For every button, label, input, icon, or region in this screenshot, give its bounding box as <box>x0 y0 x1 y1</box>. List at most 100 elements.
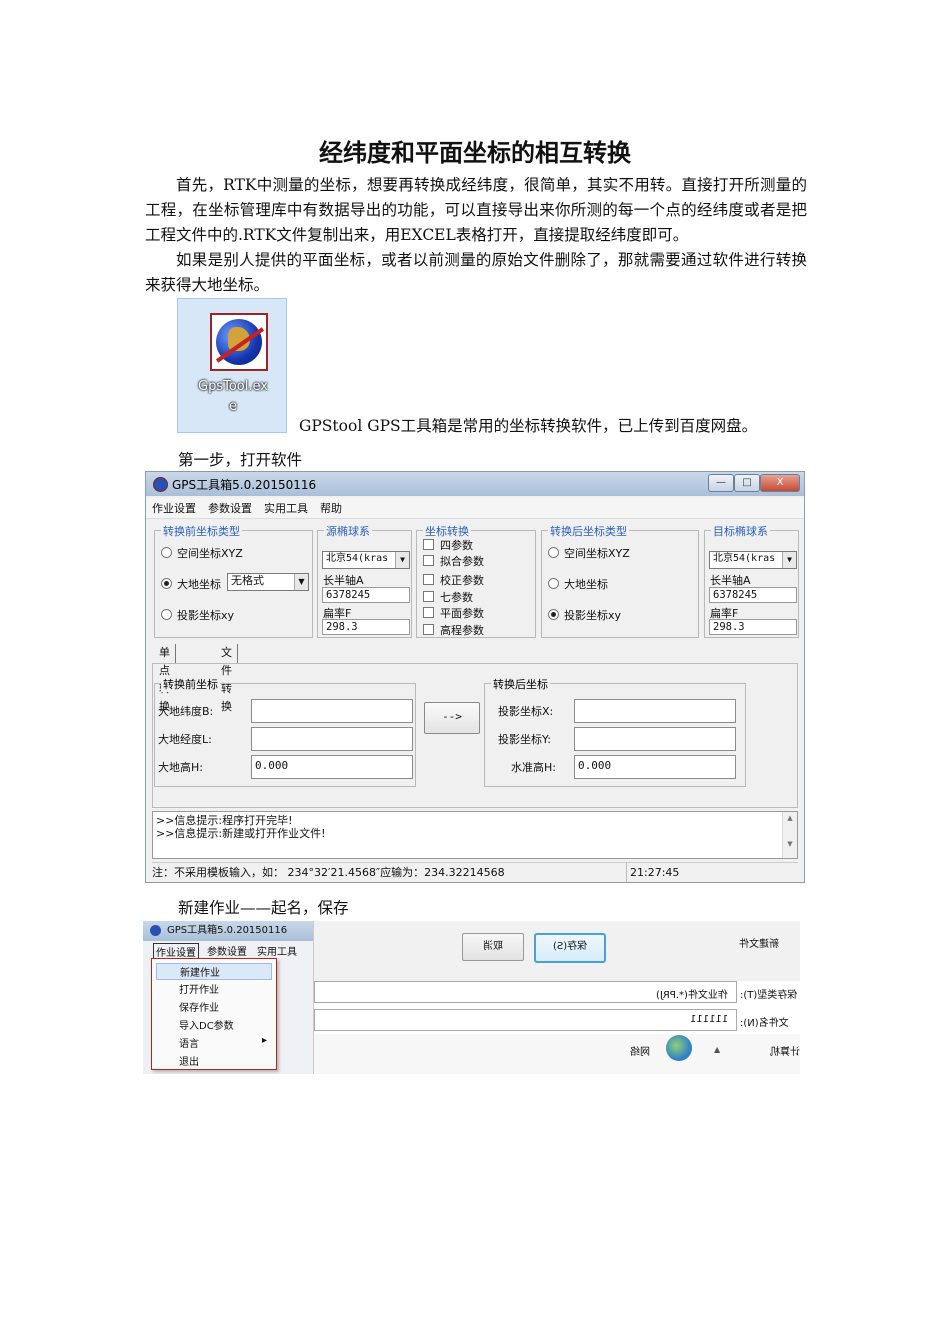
gpstool-file-icon[interactable]: GpsTool.ex e <box>177 298 287 433</box>
job-menu-dropdown: 新建作业 打开作业 保存作业 导入DC参数 语言 ▸ 退出 <box>151 958 277 1070</box>
menu-utilities[interactable]: 实用工具 <box>257 943 297 958</box>
longitude-input[interactable] <box>251 727 413 751</box>
target-semi-major-field[interactable]: 6378245 <box>709 587 797 603</box>
source-type-group: 转换前坐标类型 空间坐标XYZ 大地坐标 无格式 ▼ 投影坐标xy <box>154 523 313 638</box>
cancel-button[interactable]: 取消 <box>462 933 524 961</box>
tab-file-conversion[interactable]: 文件转换 <box>216 644 238 713</box>
source-type-title: 转换前坐标类型 <box>161 523 242 539</box>
menu-item-open-job[interactable]: 打开作业 <box>179 981 219 996</box>
input-coords-title: 转换前坐标 <box>161 676 220 692</box>
orthometric-height-label: 水准高H: <box>511 761 556 774</box>
save-type-label: 保存类型(T): <box>740 990 798 1001</box>
menu-help[interactable]: 帮助 <box>314 498 348 518</box>
maximize-button[interactable]: □ <box>734 474 760 492</box>
window-titlebar: GPS工具箱5.0.20150116 — □ X <box>146 472 804 496</box>
document-title: 经纬度和平面坐标的相互转换 <box>319 139 631 167</box>
orthometric-height-output[interactable]: 0.000 <box>574 755 736 779</box>
proj-x-output[interactable] <box>574 699 736 723</box>
source-ellipsoid-select[interactable]: 北京54(kras ▼ <box>322 551 410 569</box>
icon-caption: GPStool GPS工具箱是常用的坐标转换软件，已上传到百度网盘。 <box>299 417 758 435</box>
scroll-up-icon[interactable]: ▲ <box>714 1045 720 1054</box>
app-icon <box>153 477 168 492</box>
computer-label: 计算机 <box>770 1047 800 1058</box>
window-title: GPS工具箱5.0.20150116 <box>172 478 317 492</box>
proj-y-label: 投影坐标Y: <box>498 733 551 746</box>
status-hint: 注：不采用模板输入，如： 234°32′21.4568″应输为：234.3221… <box>152 866 505 879</box>
check-seven-params[interactable]: 七参数 <box>423 589 473 605</box>
file-icon-label: GpsTool.ex e <box>198 379 268 414</box>
status-time: 21:27:45 <box>626 863 679 882</box>
source-radio-xyz[interactable]: 空间坐标XYZ <box>161 545 243 561</box>
filename-input[interactable]: 111111 <box>314 1009 737 1031</box>
dialog-nav-area <box>314 1034 800 1074</box>
tab-single-point[interactable]: 单点转换 <box>154 644 176 713</box>
globe-icon <box>210 313 268 371</box>
longitude-label: 大地经度L: <box>158 733 212 746</box>
gpstool-window: GPS工具箱5.0.20150116 — □ X 作业设置 参数设置 实用工具 帮助 … <box>145 471 805 883</box>
dialog-title: 新建文件 <box>739 939 779 950</box>
target-radio-geodetic[interactable]: 大地坐标 <box>548 576 608 592</box>
network-icon <box>666 1035 692 1061</box>
target-radio-projected[interactable]: 投影坐标xy <box>548 607 621 623</box>
menu-parameter-settings[interactable]: 参数设置 <box>207 943 247 958</box>
latitude-input[interactable] <box>251 699 413 723</box>
target-flattening-field[interactable]: 298.3 <box>709 619 797 635</box>
message-log[interactable]: >>信息提示:程序打开完毕! >>信息提示:新建或打开作业文件! ▲ ▼ <box>152 811 798 859</box>
target-ellipsoid-title: 目标椭球系 <box>711 523 770 539</box>
ellipsoid-height-label: 大地高H: <box>158 761 203 774</box>
source-ellipsoid-title: 源椭球系 <box>324 523 372 539</box>
window-titlebar: GPS工具箱5.0.20150116 <box>143 921 313 941</box>
app-icon <box>150 925 161 936</box>
target-ellipsoid-group: 目标椭球系 北京54(kras ▼ 长半轴A 6378245 扁率F 298.3 <box>704 523 799 638</box>
source-semi-major-field[interactable]: 6378245 <box>322 587 410 603</box>
output-coords-title: 转换后坐标 <box>491 676 550 692</box>
log-line: >>信息提示:程序打开完毕! <box>156 814 293 827</box>
menu-item-save-job[interactable]: 保存作业 <box>179 999 219 1014</box>
minimize-button[interactable]: — <box>708 474 734 492</box>
save-dialog-mirrored: 取消 保存(S) 新建文件 作业文件(*.PRJ) 保存类型(T): 11111… <box>314 921 800 1074</box>
output-coords-group: 转换后坐标 投影坐标X: 投影坐标Y: 水准高H: 0.000 <box>484 676 746 787</box>
network-label: 网络 <box>630 1047 650 1058</box>
check-plane-params[interactable]: 平面参数 <box>423 605 484 621</box>
input-coords-group: 转换前坐标 大地纬度B: 大地经度L: 大地高H: 0.000 <box>154 676 416 787</box>
target-semi-major-label: 长半轴A <box>710 574 751 587</box>
log-scrollbar[interactable]: ▲ ▼ <box>782 812 797 858</box>
check-height-params[interactable]: 高程参数 <box>423 622 484 638</box>
paragraph-1: 首先，RTK中测量的坐标，想要再转换成经纬度，很简单，其实不用转。直接打开所测量… <box>145 176 807 244</box>
check-fit-params[interactable]: 拟合参数 <box>423 553 484 569</box>
source-flattening-field[interactable]: 298.3 <box>322 619 410 635</box>
latitude-label: 大地纬度B: <box>158 705 214 718</box>
step-2-heading: 新建作业——起名，保存 <box>178 899 349 917</box>
geodetic-format-select[interactable]: 无格式 ▼ <box>227 573 309 591</box>
menu-job-settings[interactable]: 作业设置 <box>146 498 202 518</box>
menu-parameter-settings[interactable]: 参数设置 <box>202 498 258 518</box>
save-button[interactable]: 保存(S) <box>534 933 606 963</box>
app-window-partial: GPS工具箱5.0.20150116 作业设置 参数设置 实用工具 新建作业 打… <box>143 921 314 1074</box>
target-type-group: 转换后坐标类型 空间坐标XYZ 大地坐标 投影坐标xy <box>541 523 699 638</box>
source-radio-geodetic[interactable]: 大地坐标 <box>161 576 221 592</box>
menu-utilities[interactable]: 实用工具 <box>258 498 314 518</box>
chevron-down-icon: ▼ <box>294 574 308 590</box>
proj-y-output[interactable] <box>574 727 736 751</box>
check-correction-params[interactable]: 校正参数 <box>423 572 484 588</box>
source-ellipsoid-group: 源椭球系 北京54(kras ▼ 长半轴A 6378245 扁率F 298.3 <box>317 523 412 638</box>
target-type-title: 转换后坐标类型 <box>548 523 629 539</box>
menu-item-language[interactable]: 语言 <box>179 1035 199 1050</box>
menu-bar: 作业设置 参数设置 实用工具 <box>143 942 313 960</box>
target-ellipsoid-select[interactable]: 北京54(kras ▼ <box>709 551 797 569</box>
menu-item-import-dc[interactable]: 导入DC参数 <box>179 1017 234 1032</box>
save-type-select[interactable]: 作业文件(*.PRJ) <box>314 981 737 1003</box>
step-1-heading: 第一步，打开软件 <box>178 451 303 469</box>
chevron-down-icon: ▼ <box>782 552 796 568</box>
proj-x-label: 投影坐标X: <box>498 705 554 718</box>
new-job-screenshot: GPS工具箱5.0.20150116 作业设置 参数设置 实用工具 新建作业 打… <box>143 921 800 1074</box>
target-radio-xyz[interactable]: 空间坐标XYZ <box>548 545 630 561</box>
menu-item-new-job[interactable]: 新建作业 <box>156 963 272 980</box>
menu-item-exit[interactable]: 退出 <box>179 1053 199 1068</box>
check-four-params[interactable]: 四参数 <box>423 537 473 553</box>
close-button[interactable]: X <box>760 474 800 492</box>
ellipsoid-height-input[interactable]: 0.000 <box>251 755 413 779</box>
convert-button[interactable]: --> <box>424 702 480 734</box>
filename-label: 文件名(N): <box>740 1018 789 1029</box>
source-radio-projected[interactable]: 投影坐标xy <box>161 607 234 623</box>
